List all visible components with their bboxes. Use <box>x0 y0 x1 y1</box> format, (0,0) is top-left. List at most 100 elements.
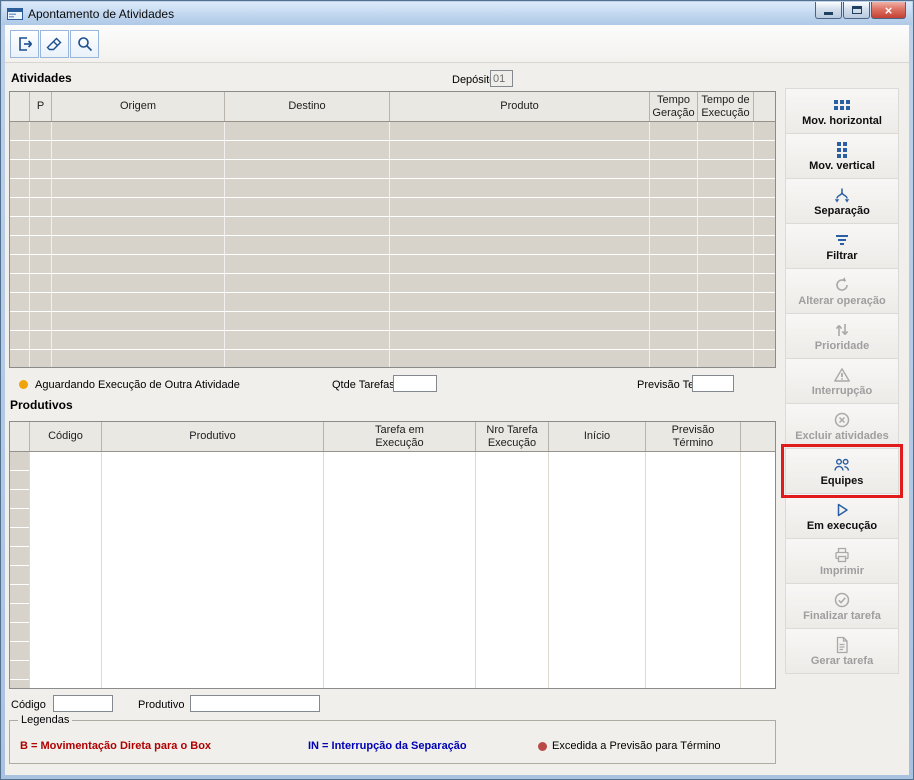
grid-column <box>30 452 102 688</box>
sidebar-button-imprimir: Imprimir <box>785 538 899 584</box>
maximize-button[interactable] <box>843 2 870 19</box>
legend-row: B = Movimentação Direta para o Box IN = I… <box>10 740 775 754</box>
codigo-label: Código <box>11 699 46 711</box>
check-circle-icon <box>833 591 851 609</box>
grid-column <box>225 122 390 367</box>
printer-icon <box>833 546 851 564</box>
grid-column <box>324 452 476 688</box>
sidebar-button-finalizar-tarefa: Finalizar tarefa <box>785 583 899 629</box>
sidebar-button-filtrar[interactable]: Filtrar <box>785 223 899 269</box>
sidebar-button-label: Finalizar tarefa <box>803 609 881 622</box>
atividades-section-label: Atividades <box>11 71 72 85</box>
column-header <box>741 422 775 451</box>
minimize-icon <box>824 12 833 15</box>
atividades-table: P Origem Destino Produto Tempo Geração Tempo … <box>9 91 776 368</box>
sidebar-button-label: Filtrar <box>826 249 858 262</box>
legend-item: B = Movimentação Direta para o Box <box>20 740 211 752</box>
legend-text: IN = Interrupção da Separação <box>308 740 467 752</box>
column-header <box>754 92 775 121</box>
exit-icon <box>16 35 34 53</box>
column-header: Destino <box>225 92 390 121</box>
minimize-button[interactable] <box>815 2 842 19</box>
legend-item: IN = Interrupção da Separação <box>308 740 467 752</box>
grid-vertical-icon <box>833 141 851 159</box>
sidebar-button-label: Prioridade <box>814 339 870 352</box>
sidebar-button-label: Interrupção <box>811 384 873 397</box>
atividades-table-body[interactable] <box>10 122 775 367</box>
eraser-icon <box>46 35 64 53</box>
sidebar-button-label: Equipes <box>820 474 864 487</box>
maximize-icon <box>851 6 862 14</box>
column-header: Tempo de Execução <box>698 92 754 121</box>
sidebar-button-label: Excluir atividades <box>795 429 889 442</box>
sidebar-button-em-execucao[interactable]: Em execução <box>785 493 899 539</box>
sidebar-button-mov-vertical[interactable]: Mov. vertical <box>785 133 899 179</box>
waiting-status-dot-icon <box>19 380 28 389</box>
produtivos-table: Código Produtivo Tarefa em Execução Nro Tar… <box>9 421 776 689</box>
exit-button[interactable] <box>10 29 39 58</box>
close-icon: × <box>884 2 893 18</box>
sidebar-button-prioridade: Prioridade <box>785 313 899 359</box>
column-header: Início <box>549 422 646 451</box>
grid-column <box>30 122 52 367</box>
sidebar-button-label: Mov. horizontal <box>802 114 882 127</box>
grid-column <box>741 452 775 688</box>
column-header: Produtivo <box>102 422 324 451</box>
action-sidebar: Mov. horizontal Mov. vertical Separação Fil… <box>781 88 903 674</box>
grid-column <box>646 452 741 688</box>
legend-text: Excedida a Previsão para Término <box>552 740 721 752</box>
produtivos-table-body[interactable] <box>10 452 775 688</box>
deposito-label: Depósito <box>452 74 496 86</box>
legendas-groupbox: Legendas B = Movimentação Direta para o … <box>9 714 776 764</box>
grid-column <box>476 452 549 688</box>
sidebar-button-separacao[interactable]: Separação <box>785 178 899 224</box>
column-header: Nro Tarefa Execução <box>476 422 549 451</box>
caption-buttons: × <box>814 2 906 19</box>
deposito-input <box>490 70 513 87</box>
legend-dot-icon <box>538 741 547 751</box>
sidebar-button-label: Mov. vertical <box>809 159 875 172</box>
priority-arrows-icon <box>833 321 851 339</box>
grid-column <box>10 452 30 688</box>
column-header: Origem <box>52 92 225 121</box>
close-button[interactable]: × <box>871 2 906 19</box>
sidebar-button-label: Em execução <box>806 519 878 532</box>
search-button[interactable] <box>70 29 99 58</box>
document-icon <box>833 636 851 654</box>
column-header <box>10 422 30 451</box>
column-header: Tempo Geração <box>650 92 698 121</box>
grid-column <box>102 452 324 688</box>
grid-column <box>754 122 775 367</box>
warning-icon <box>833 366 851 384</box>
produtivo-label: Produtivo <box>138 699 185 711</box>
app-window: Apontamento de Atividades × Atividades D… <box>0 0 914 780</box>
sidebar-button-label: Gerar tarefa <box>810 654 874 667</box>
qtde-tarefas-label: Qtde Tarefas <box>332 379 395 391</box>
app-icon <box>7 7 23 21</box>
grid-column <box>650 122 698 367</box>
produtivos-table-header: Código Produtivo Tarefa em Execução Nro Tar… <box>10 422 775 452</box>
sidebar-button-excluir-atividades: Excluir atividades <box>785 403 899 449</box>
column-header: Previsão Término <box>646 422 741 451</box>
play-icon <box>833 501 851 519</box>
column-header <box>10 92 30 121</box>
grid-column <box>52 122 225 367</box>
produtivo-input[interactable] <box>190 695 320 712</box>
atividades-table-header: P Origem Destino Produto Tempo Geração Tempo … <box>10 92 775 122</box>
column-header: Produto <box>390 92 650 121</box>
separation-icon <box>833 186 851 204</box>
sidebar-button-equipes[interactable]: Equipes <box>781 444 903 498</box>
column-header: P <box>30 92 52 121</box>
previsao-tempo-input[interactable] <box>692 375 734 392</box>
grid-column <box>10 122 30 367</box>
clear-button[interactable] <box>40 29 69 58</box>
sidebar-button-mov-horizontal[interactable]: Mov. horizontal <box>785 88 899 134</box>
legend-item: Excedida a Previsão para Término <box>538 740 721 752</box>
codigo-input[interactable] <box>53 695 113 712</box>
qtde-tarefas-input[interactable] <box>393 375 437 392</box>
grid-column <box>390 122 650 367</box>
refresh-icon <box>833 276 851 294</box>
sidebar-button-label: Separação <box>814 204 870 217</box>
client-area: Atividades Depósito POrigemDestinoProdut… <box>5 25 909 775</box>
search-icon <box>76 35 94 53</box>
